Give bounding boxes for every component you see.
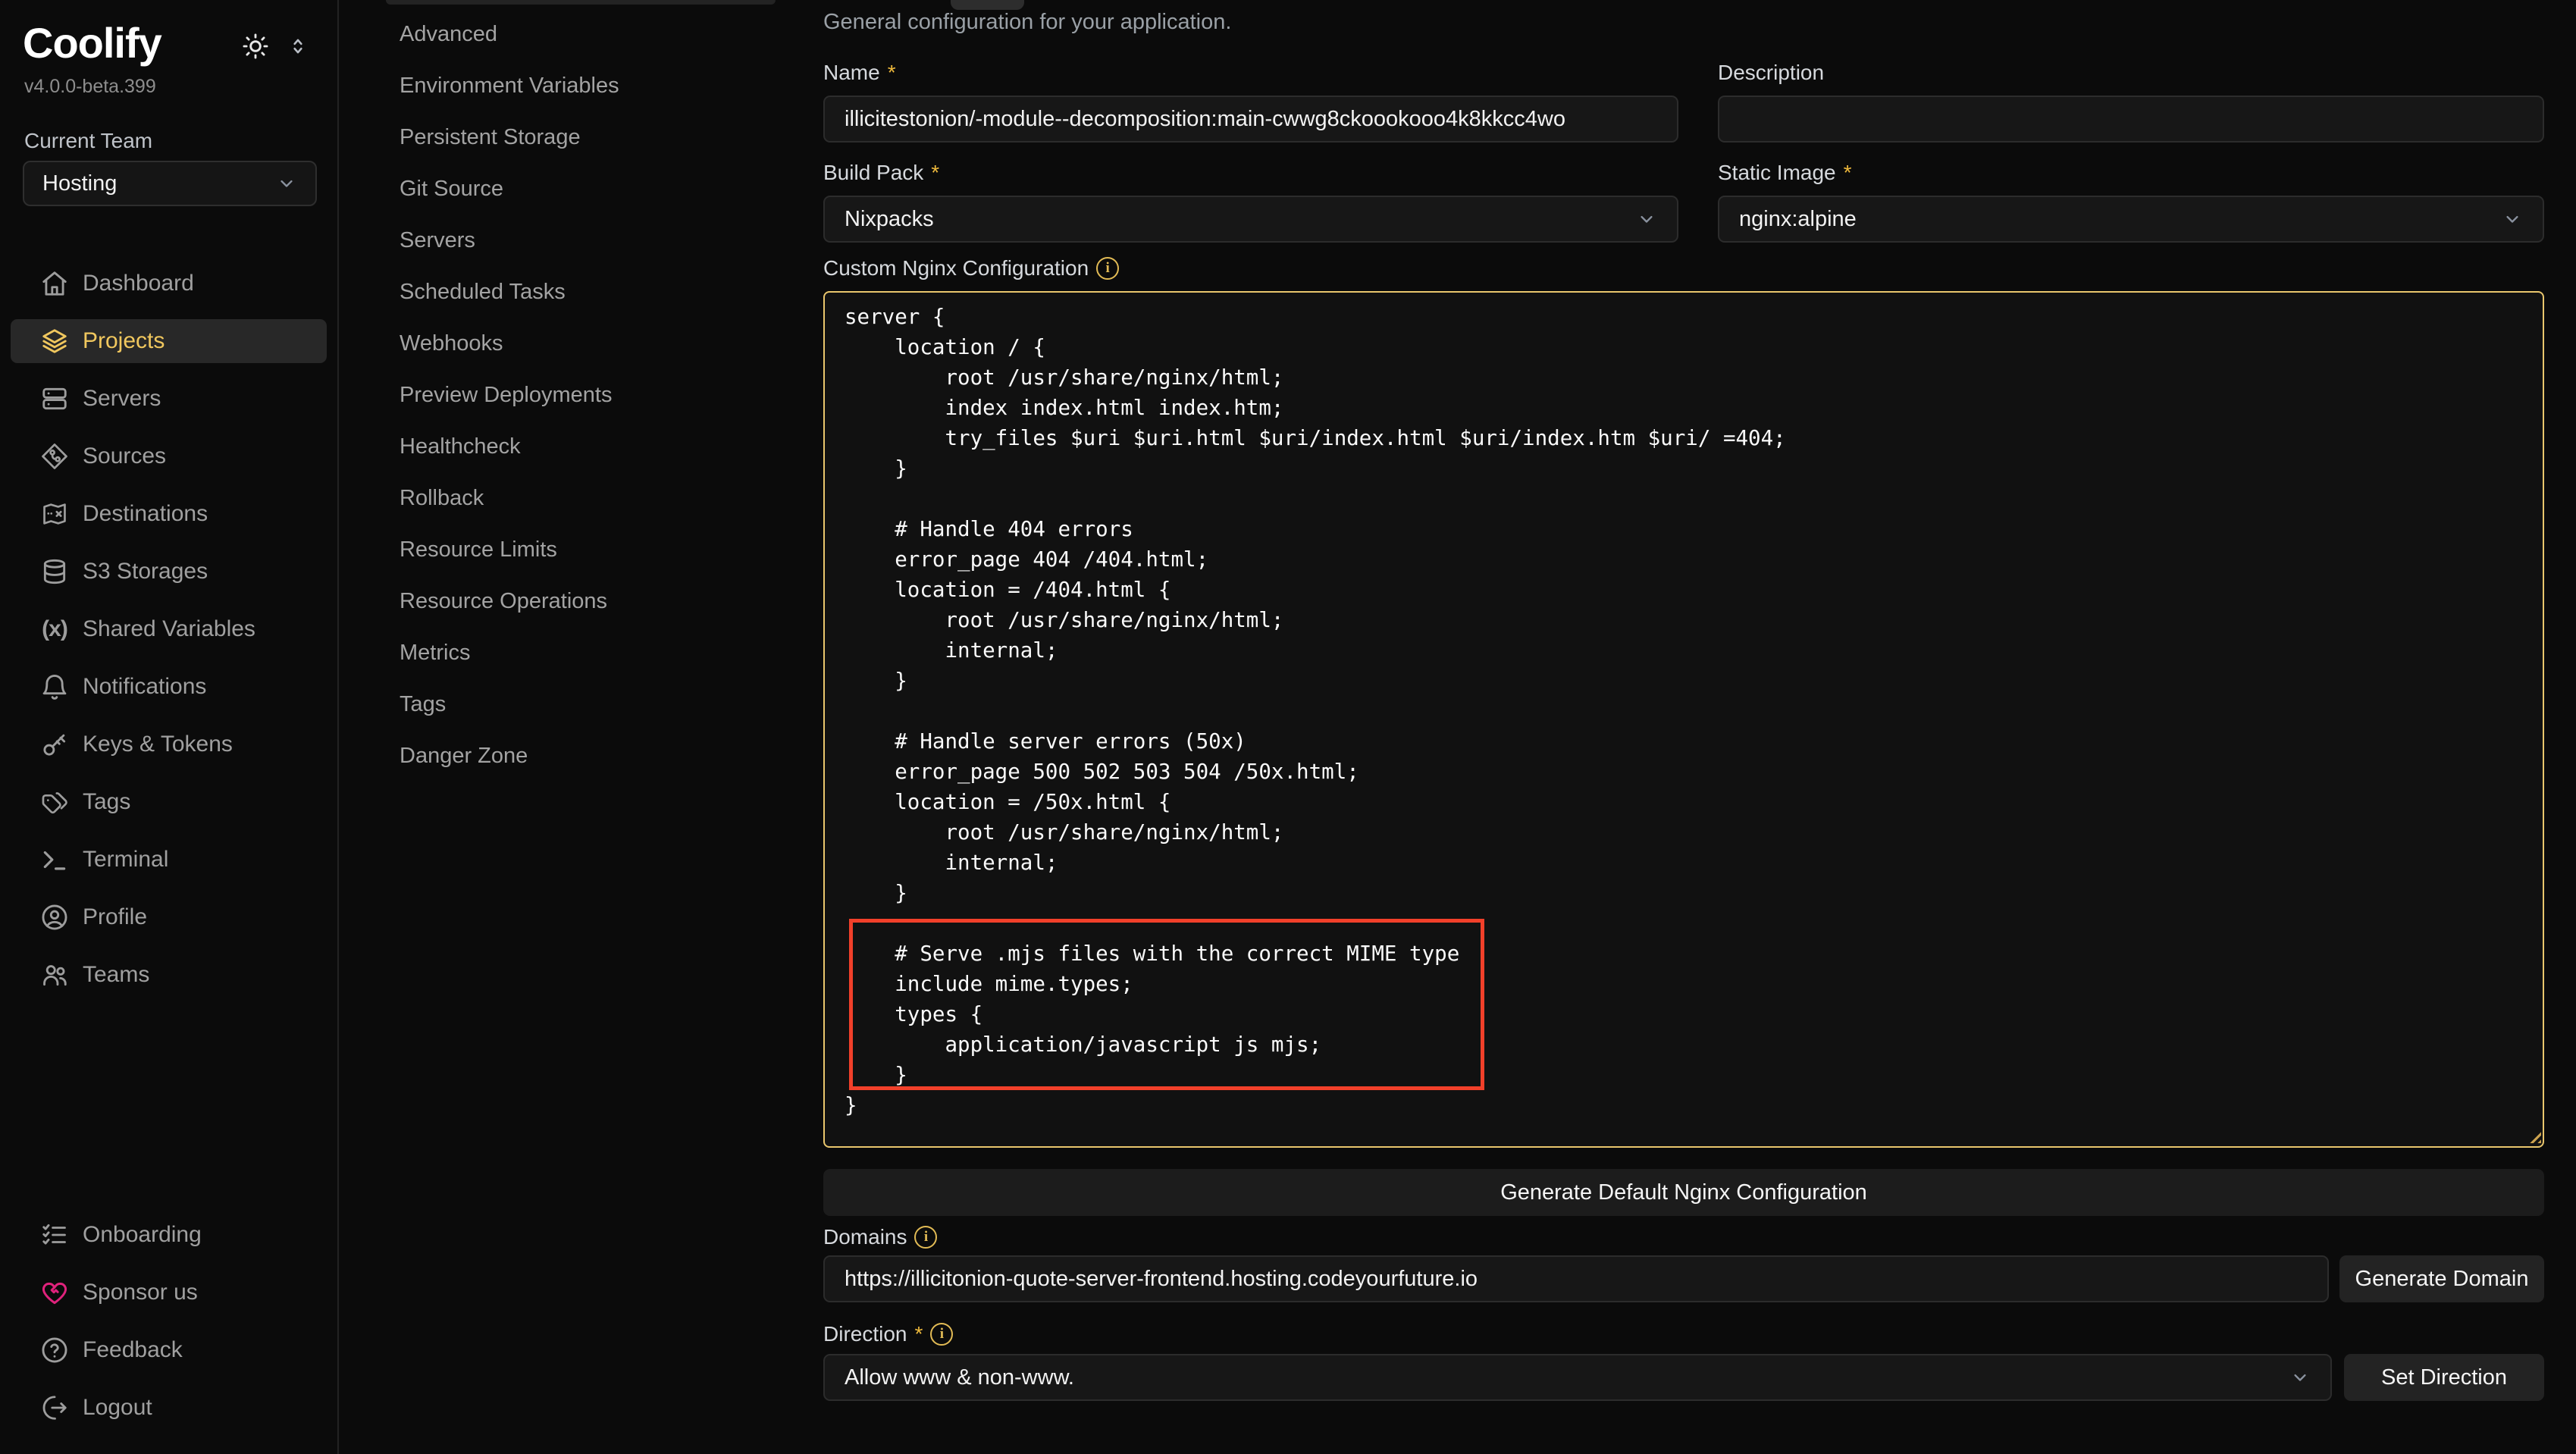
- sidebar-item-tags[interactable]: Tags: [11, 780, 327, 824]
- sidebar-item-shared-variables[interactable]: (x) Shared Variables: [11, 607, 327, 651]
- red-highlight-annotation: [849, 919, 1484, 1090]
- direction-label: Direction*: [823, 1322, 953, 1346]
- chevron-down-icon: [2289, 1367, 2311, 1388]
- coolify-app: Coolify v4.0.0-beta.399 Current Team Hos…: [0, 0, 2576, 1454]
- required-asterisk: *: [914, 1322, 923, 1346]
- chevron-down-icon: [1636, 208, 1657, 230]
- theme-toggle-sun-icon[interactable]: [241, 32, 270, 61]
- checklist-icon: [39, 1220, 70, 1250]
- generate-default-nginx-button[interactable]: Generate Default Nginx Configuration: [823, 1169, 2544, 1216]
- tags-icon: [39, 787, 70, 817]
- terminal-icon: [39, 845, 70, 875]
- home-icon: [39, 268, 70, 299]
- info-icon[interactable]: [930, 1323, 953, 1346]
- sidebar-item-profile[interactable]: Profile: [11, 895, 327, 939]
- map-icon: [39, 499, 70, 529]
- subnav-item-webhooks[interactable]: Webhooks: [340, 325, 823, 362]
- partial-button-above-fold: [951, 0, 1024, 10]
- build-pack-select[interactable]: Nixpacks: [823, 196, 1678, 243]
- subnav-item-tags[interactable]: Tags: [340, 686, 823, 722]
- sidebar-item-sponsor-us[interactable]: Sponsor us: [11, 1271, 327, 1315]
- subnav-item-danger-zone[interactable]: Danger Zone: [340, 738, 823, 774]
- sidebar-item-teams[interactable]: Teams: [11, 953, 327, 997]
- subnav-item-persistent-storage[interactable]: Persistent Storage: [340, 119, 823, 155]
- logout-icon: [39, 1393, 70, 1423]
- required-asterisk: *: [931, 161, 939, 185]
- subnav-selected-item-partial: [386, 0, 776, 5]
- subnav-item-servers[interactable]: Servers: [340, 222, 823, 259]
- chevron-down-icon: [2502, 208, 2523, 230]
- subnav-item-preview-deployments[interactable]: Preview Deployments: [340, 377, 823, 413]
- generate-domain-button[interactable]: Generate Domain: [2339, 1255, 2544, 1302]
- direction-select[interactable]: Allow www & non-www.: [823, 1354, 2332, 1401]
- sidebar-item-sources[interactable]: Sources: [11, 434, 327, 478]
- page-description: General configuration for your applicati…: [823, 10, 1231, 35]
- info-icon[interactable]: [1096, 257, 1119, 280]
- subnav-item-advanced[interactable]: Advanced: [340, 16, 823, 52]
- user-circle-icon: [39, 902, 70, 932]
- bell-icon: [39, 672, 70, 702]
- sidebar-item-onboarding[interactable]: Onboarding: [11, 1213, 327, 1257]
- required-asterisk: *: [1844, 161, 1852, 185]
- description-label: Description: [1718, 61, 1824, 85]
- subnav-item-git-source[interactable]: Git Source: [340, 171, 823, 207]
- heart-hands-icon: [39, 1277, 70, 1308]
- sidebar: Coolify v4.0.0-beta.399 Current Team Hos…: [0, 0, 339, 1454]
- static-image-label: Static Image*: [1718, 161, 1852, 185]
- domains-input[interactable]: https://illicitonion-quote-server-fronte…: [823, 1255, 2329, 1302]
- main-content: General configuration for your applicati…: [823, 0, 2544, 1454]
- current-team-label: Current Team: [24, 129, 152, 153]
- key-icon: [39, 729, 70, 760]
- subnav-item-scheduled-tasks[interactable]: Scheduled Tasks: [340, 274, 823, 310]
- nginx-config-label: Custom Nginx Configuration: [823, 256, 1119, 280]
- database-icon: [39, 556, 70, 587]
- sidebar-item-s3-storages[interactable]: S3 Storages: [11, 550, 327, 594]
- sidebar-nav: Dashboard Projects Servers Sources Desti…: [0, 262, 337, 1011]
- build-pack-label: Build Pack*: [823, 161, 939, 185]
- app-logo: Coolify: [23, 18, 161, 67]
- help-circle-icon: [39, 1335, 70, 1365]
- variables-icon: (x): [39, 614, 70, 644]
- static-image-select[interactable]: nginx:alpine: [1718, 196, 2544, 243]
- sidebar-item-destinations[interactable]: Destinations: [11, 492, 327, 536]
- git-source-icon: [39, 441, 70, 472]
- sidebar-item-terminal[interactable]: Terminal: [11, 838, 327, 882]
- team-select-value: Hosting: [42, 171, 276, 196]
- server-icon: [39, 384, 70, 414]
- subnav-item-rollback[interactable]: Rollback: [340, 480, 823, 516]
- sidebar-item-feedback[interactable]: Feedback: [11, 1328, 327, 1372]
- domains-label: Domains: [823, 1225, 937, 1249]
- subnav-item-resource-limits[interactable]: Resource Limits: [340, 531, 823, 568]
- description-input[interactable]: [1718, 96, 2544, 143]
- sidebar-footer-nav: Onboarding Sponsor us Feedback Logout: [0, 1213, 337, 1443]
- subnav-item-healthcheck[interactable]: Healthcheck: [340, 428, 823, 465]
- sidebar-item-dashboard[interactable]: Dashboard: [11, 262, 327, 306]
- name-label: Name*: [823, 61, 896, 85]
- sidebar-item-keys-tokens[interactable]: Keys & Tokens: [11, 722, 327, 766]
- sidebar-collapse-icon[interactable]: [287, 35, 309, 58]
- users-icon: [39, 960, 70, 990]
- sidebar-item-servers[interactable]: Servers: [11, 377, 327, 421]
- team-select[interactable]: Hosting: [23, 161, 317, 206]
- set-direction-button[interactable]: Set Direction: [2344, 1354, 2544, 1401]
- chevron-down-icon: [276, 173, 297, 194]
- subnav-item-environment-variables[interactable]: Environment Variables: [340, 67, 823, 104]
- info-icon[interactable]: [914, 1226, 937, 1249]
- sidebar-item-projects[interactable]: Projects: [11, 319, 327, 363]
- sidebar-item-logout[interactable]: Logout: [11, 1386, 327, 1430]
- subnav-item-metrics[interactable]: Metrics: [340, 635, 823, 671]
- sidebar-item-notifications[interactable]: Notifications: [11, 665, 327, 709]
- app-version: v4.0.0-beta.399: [24, 76, 156, 98]
- subnav-item-resource-operations[interactable]: Resource Operations: [340, 583, 823, 619]
- required-asterisk: *: [888, 61, 896, 85]
- name-input[interactable]: illicitestonion/-module--decomposition:m…: [823, 96, 1678, 143]
- layers-icon: [39, 326, 70, 356]
